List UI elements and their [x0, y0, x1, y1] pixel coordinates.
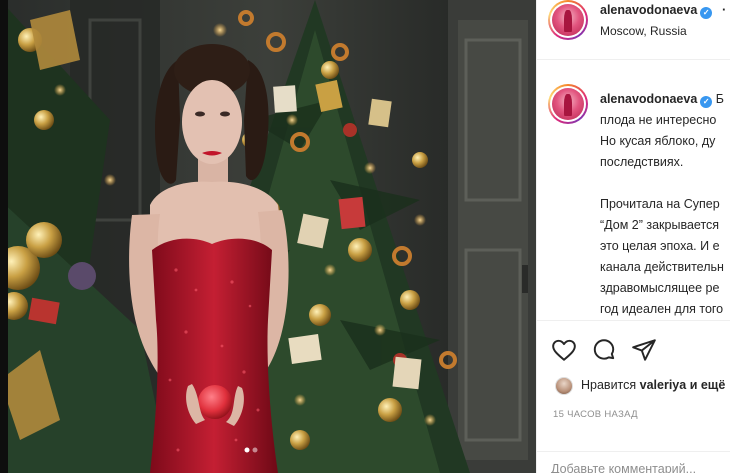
caption-line: Но кусая яблоко, ду — [600, 134, 716, 148]
caption-username[interactable]: alenavodonaeva — [600, 92, 697, 106]
caption-line: Прочитала на Супер — [600, 197, 720, 211]
heart-icon[interactable] — [551, 337, 577, 363]
likes-suffix[interactable]: и ещё — [686, 378, 726, 392]
post-location[interactable]: Moscow, Russia — [600, 24, 687, 38]
post-photo[interactable] — [0, 0, 536, 473]
left-edge-shadow — [0, 0, 8, 473]
caption-line: год идеален для того — [600, 302, 724, 316]
post-timestamp[interactable]: 15 ЧАСОВ НАЗАД — [553, 409, 638, 420]
post-actions: Нравится valeriya и ещё 15 ЧАСОВ НАЗАД — [537, 320, 730, 473]
caption-line: это целая эпоха. И е — [600, 239, 720, 253]
red-apple — [198, 385, 232, 419]
comment-box — [537, 451, 730, 473]
likes-prefix: Нравится — [581, 378, 640, 392]
liker-avatar — [555, 377, 573, 395]
more-dots-icon[interactable]: · — [722, 2, 726, 17]
verified-badge-icon: ✓ — [700, 96, 713, 108]
caption-line: “Дом 2” закрывается — [600, 218, 720, 232]
paper-plane-icon[interactable] — [631, 337, 657, 363]
post-side-panel: alenavodonaeva ✓ · Moscow, Russia alenavo… — [536, 0, 730, 473]
verified-badge-icon: ✓ — [700, 7, 713, 19]
post-header: alenavodonaeva ✓ · Moscow, Russia — [537, 0, 730, 60]
comment-bubble-icon[interactable] — [591, 337, 617, 363]
comment-input[interactable] — [551, 462, 730, 473]
caption-line: канала действительн — [600, 260, 724, 274]
caption-line: здравомыслящее ре — [600, 281, 720, 295]
likes-user[interactable]: valeriya — [640, 378, 687, 392]
caption-avatar[interactable] — [548, 84, 588, 124]
header-username-row[interactable]: alenavodonaeva ✓ — [600, 3, 713, 19]
profile-avatar[interactable] — [548, 0, 588, 40]
caption-line: последствиях. — [600, 155, 684, 169]
header-username[interactable]: alenavodonaeva — [600, 3, 697, 17]
caption-line: плода не интересно — [600, 113, 717, 127]
post-caption: alenavodonaeva ✓ Б плода не интересно Но … — [600, 89, 730, 320]
christmas-portrait-image — [0, 0, 536, 473]
likes-text: Нравится valeriya и ещё — [581, 378, 725, 392]
caption-line: Б — [715, 92, 724, 106]
